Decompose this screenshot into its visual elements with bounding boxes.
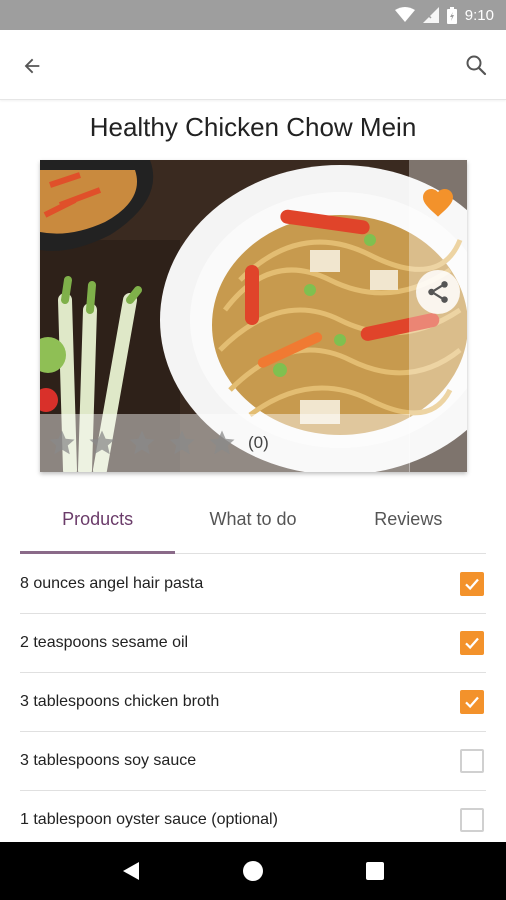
recipe-tabs: Products What to do Reviews — [20, 494, 486, 554]
star-3[interactable] — [124, 425, 160, 461]
ingredient-checkbox[interactable] — [460, 631, 484, 655]
tab-reviews[interactable]: Reviews — [331, 494, 486, 553]
ingredient-checkbox[interactable] — [460, 572, 484, 596]
list-item[interactable]: 3 tablespoons chicken broth — [20, 673, 486, 732]
search-button[interactable] — [460, 49, 492, 81]
star-4[interactable] — [164, 425, 200, 461]
rating-bar: (0) — [40, 414, 410, 472]
share-button[interactable] — [416, 270, 460, 314]
star-5[interactable] — [204, 425, 240, 461]
ingredient-checkbox[interactable] — [460, 808, 484, 832]
star-1[interactable] — [44, 425, 80, 461]
star-icon — [129, 430, 155, 455]
system-nav-bar — [0, 842, 506, 900]
favorite-button[interactable] — [417, 180, 459, 222]
star-icon — [169, 430, 195, 455]
ingredient-checkbox[interactable] — [460, 690, 484, 714]
checkmark-icon — [465, 637, 479, 650]
search-icon — [466, 55, 487, 76]
circle-home-icon — [243, 861, 263, 881]
star-icon — [89, 430, 115, 455]
star-2[interactable] — [84, 425, 120, 461]
ingredient-checkbox[interactable] — [460, 749, 484, 773]
ingredient-label: 3 tablespoons soy sauce — [20, 752, 197, 769]
tab-products[interactable]: Products — [20, 494, 176, 554]
nav-back-button[interactable] — [111, 851, 151, 891]
recipe-image[interactable]: (0) — [40, 160, 467, 472]
triangle-back-icon — [123, 862, 139, 880]
rating-stars — [44, 425, 240, 461]
square-recents-icon — [366, 862, 384, 880]
ingredient-label: 1 tablespoon oyster sauce (optional) — [20, 811, 278, 828]
ingredient-list: 8 ounces angel hair pasta 2 teaspoons se… — [20, 555, 486, 850]
signal-icon — [422, 7, 439, 23]
heart-icon — [423, 189, 453, 217]
wifi-icon — [394, 7, 415, 22]
checkmark-icon — [465, 578, 479, 591]
recipe-title: Healthy Chicken Chow Mein — [89, 112, 417, 142]
list-item[interactable]: 2 teaspoons sesame oil — [20, 614, 486, 673]
status-time: 9:10 — [464, 6, 494, 24]
checkmark-icon — [465, 696, 479, 709]
nav-home-button[interactable] — [233, 851, 273, 891]
share-icon — [428, 281, 448, 303]
ingredient-label: 8 ounces angel hair pasta — [20, 575, 204, 592]
status-bar: 9:10 — [0, 0, 506, 30]
star-icon — [49, 430, 75, 455]
ingredient-label: 2 teaspoons sesame oil — [20, 634, 189, 651]
battery-icon — [446, 6, 457, 24]
arrow-back-icon — [24, 58, 40, 74]
list-item[interactable]: 3 tablespoons soy sauce — [20, 732, 486, 791]
ingredient-label: 3 tablespoons chicken broth — [20, 693, 220, 710]
back-button[interactable] — [16, 50, 48, 82]
tab-what-to-do[interactable]: What to do — [175, 494, 330, 553]
status-icons: 9:10 — [394, 0, 494, 30]
app-bar — [0, 30, 506, 100]
rating-count: (0) — [248, 433, 269, 452]
star-icon — [209, 430, 235, 455]
nav-recents-button[interactable] — [355, 851, 395, 891]
list-item[interactable]: 8 ounces angel hair pasta — [20, 555, 486, 614]
